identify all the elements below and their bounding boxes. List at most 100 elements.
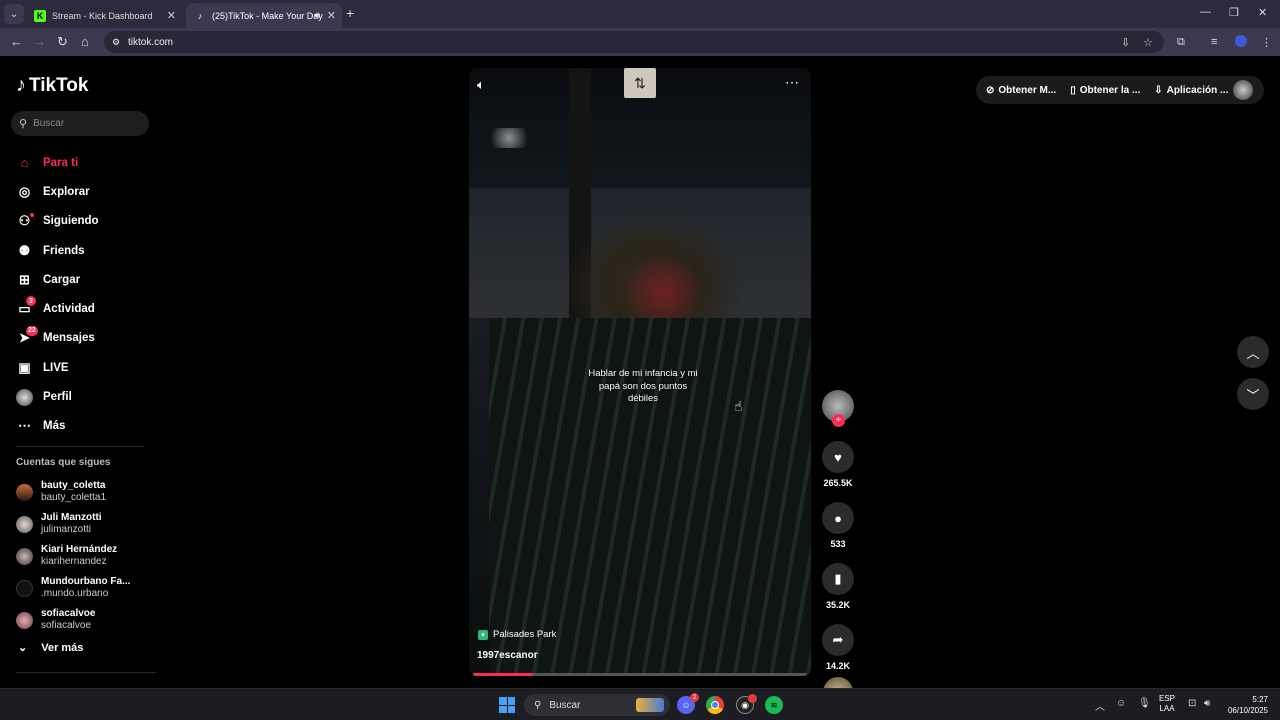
- chrome-icon[interactable]: [706, 696, 724, 714]
- speaker-icon[interactable]: 🔊︎: [314, 10, 320, 21]
- taskbar-search-label: Buscar: [549, 699, 581, 711]
- next-video-button[interactable]: ﹀: [1237, 378, 1269, 410]
- top-right-actions: ⊘ Obtener M... ▯ Obtener la ... ⇩ Aplicació…: [976, 76, 1264, 104]
- new-tab-button[interactable]: +: [346, 5, 354, 21]
- sidebar-item-mensajes[interactable]: ➤ 22 Mensajes: [16, 324, 99, 353]
- coin-icon: ⊘: [986, 84, 995, 96]
- tray-overflow-icon[interactable]: ︿: [1095, 698, 1105, 713]
- like-action[interactable]: ♥ 265.5K: [822, 441, 854, 488]
- desktop-app-button[interactable]: ⇩ Aplicación ...: [1154, 85, 1228, 96]
- comment-action[interactable]: ● 533: [822, 502, 854, 549]
- get-coins-button[interactable]: ⊘ Obtener M...: [986, 85, 1056, 96]
- previous-video-button[interactable]: ︿: [1237, 336, 1269, 368]
- following-account[interactable]: Juli Manzotti julimanzotti: [16, 508, 130, 540]
- sidebar-item-mas[interactable]: ⋯ Más: [16, 412, 99, 441]
- site-info-icon[interactable]: ⚙: [112, 37, 120, 48]
- tab-kick-dashboard[interactable]: K Stream - Kick Dashboard ✕: [26, 3, 182, 28]
- avatar: [16, 579, 33, 597]
- tiktok-logo[interactable]: ♪ TikTok: [16, 74, 88, 97]
- extensions-icon[interactable]: ⧉: [1177, 36, 1185, 49]
- restore-button[interactable]: ❐: [1229, 6, 1239, 19]
- browser-menu-icon[interactable]: ⋮: [1261, 36, 1272, 49]
- reload-button[interactable]: ↻: [57, 34, 68, 50]
- install-app-icon[interactable]: ⇩: [1121, 36, 1130, 49]
- heart-icon[interactable]: ♥: [822, 441, 854, 473]
- bookmark-star-icon[interactable]: ☆: [1143, 36, 1153, 49]
- sidebar-item-explorar[interactable]: ◎ Explorar: [16, 177, 99, 206]
- window-close-button[interactable]: ✕: [1258, 6, 1267, 19]
- tab-tiktok[interactable]: ♪ (25)TikTok - Make Your Day 🔊︎ ✕: [186, 3, 342, 28]
- sidebar-item-live[interactable]: ▣ LIVE: [16, 353, 99, 382]
- share-action[interactable]: ➦ 14.2K: [822, 624, 854, 671]
- creator-avatar[interactable]: +: [822, 390, 854, 427]
- search-placeholder: Buscar: [33, 118, 65, 129]
- network-icon[interactable]: ⊡: [1188, 698, 1196, 709]
- see-more-button[interactable]: ⌄ Ver más: [18, 641, 83, 655]
- media-controls-icon[interactable]: ≡: [1211, 36, 1217, 48]
- more-options-icon[interactable]: ⋯: [785, 74, 800, 91]
- video-player[interactable]: ⇅ Hablar de mi infancia y mi papá son do…: [469, 68, 811, 676]
- back-button[interactable]: ←: [10, 34, 23, 49]
- video-author[interactable]: 1997escanor: [477, 650, 538, 661]
- profile-icon: [16, 388, 33, 406]
- taskbar-search[interactable]: ⚲ Buscar: [524, 694, 670, 716]
- sidebar-item-cargar[interactable]: ⊞ Cargar: [16, 265, 99, 294]
- topbar-label: Aplicación ...: [1166, 84, 1229, 96]
- discord-icon[interactable]: ☺ 2: [677, 693, 699, 714]
- get-app-button[interactable]: ▯ Obtener la ...: [1070, 85, 1140, 96]
- divider: [16, 446, 144, 447]
- tab-title: Stream - Kick Dashboard: [52, 10, 153, 21]
- close-icon[interactable]: ✕: [327, 9, 336, 22]
- search-input[interactable]: ⚲ Buscar: [11, 111, 149, 136]
- following-account[interactable]: bauty_coletta bauty_coletta1: [16, 476, 130, 508]
- language-code: ESP: [1159, 694, 1176, 703]
- volume-icon[interactable]: 🔈︎: [477, 77, 485, 93]
- home-button[interactable]: ⌂: [81, 34, 89, 49]
- account-username: kiarihernandez: [41, 556, 107, 567]
- forward-button[interactable]: →: [33, 34, 46, 49]
- share-icon[interactable]: ➦: [822, 624, 854, 656]
- sidebar-item-label: Siguiendo: [43, 215, 99, 228]
- sidebar-item-label: Cargar: [43, 273, 81, 286]
- messages-badge: 22: [26, 325, 38, 336]
- sidebar-item-siguiendo[interactable]: ⚇ Siguiendo: [16, 207, 99, 236]
- language-indicator[interactable]: ESP LAA: [1159, 694, 1175, 714]
- video-actions: + ♥ 265.5K ● 533 ▮ 35.2K ➦ 14.2K: [822, 390, 854, 707]
- location-tag[interactable]: ▾ Palisades Park: [478, 629, 556, 640]
- minimize-button[interactable]: —: [1200, 6, 1211, 18]
- sidebar-item-label: Para ti: [43, 156, 79, 169]
- following-account[interactable]: Mundourbano Fa... .mundo.urbano: [16, 572, 130, 604]
- url-bar[interactable]: ⚙ tiktok.com: [104, 31, 1164, 53]
- following-account[interactable]: sofiacalvoe sofiacalvoe: [16, 604, 130, 636]
- tab-search-button[interactable]: ⌄: [4, 4, 24, 24]
- more-icon: ⋯: [18, 418, 31, 434]
- obs-icon[interactable]: ◉: [736, 694, 757, 714]
- microphone-icon[interactable]: 🎙︎: [1138, 698, 1151, 709]
- following-account[interactable]: Kiari Hernández kiarihernandez: [16, 540, 130, 572]
- spotify-icon[interactable]: ≋: [765, 696, 783, 714]
- windows-start-icon[interactable]: [499, 697, 515, 713]
- profile-avatar[interactable]: [1235, 35, 1247, 47]
- bookmark-icon[interactable]: ▮: [822, 563, 854, 595]
- sidebar-nav: ⌂ Para ti ◎ Explorar ⚇ Siguiendo ⚉ Frien…: [16, 148, 99, 441]
- street-lights: [479, 128, 539, 148]
- save-action[interactable]: ▮ 35.2K: [822, 563, 854, 610]
- volume-tray-icon[interactable]: 🔊︎: [1204, 698, 1210, 709]
- user-avatar[interactable]: [1233, 80, 1253, 100]
- follow-plus-icon[interactable]: +: [832, 414, 845, 427]
- discord-tray-icon[interactable]: ☺: [1116, 698, 1126, 709]
- video-progress-bar[interactable]: [473, 673, 807, 676]
- keyboard-layout: LAA: [1159, 704, 1175, 713]
- video-progress-fill: [473, 673, 534, 676]
- sidebar-item-actividad[interactable]: ▭ 3 Actividad: [16, 294, 99, 323]
- comment-icon[interactable]: ●: [822, 502, 854, 534]
- friends-icon: ⚉: [18, 242, 31, 258]
- sidebar-item-label: Más: [43, 420, 66, 433]
- close-icon[interactable]: ✕: [167, 9, 176, 22]
- sidebar-item-label: Perfil: [43, 391, 72, 404]
- system-clock[interactable]: 5:27 06/10/2025: [1226, 694, 1268, 716]
- sidebar-item-friends[interactable]: ⚉ Friends: [16, 236, 99, 265]
- live-icon: ▣: [18, 359, 31, 375]
- sidebar-item-para-ti[interactable]: ⌂ Para ti: [16, 148, 99, 177]
- sidebar-item-perfil[interactable]: Perfil: [16, 382, 99, 411]
